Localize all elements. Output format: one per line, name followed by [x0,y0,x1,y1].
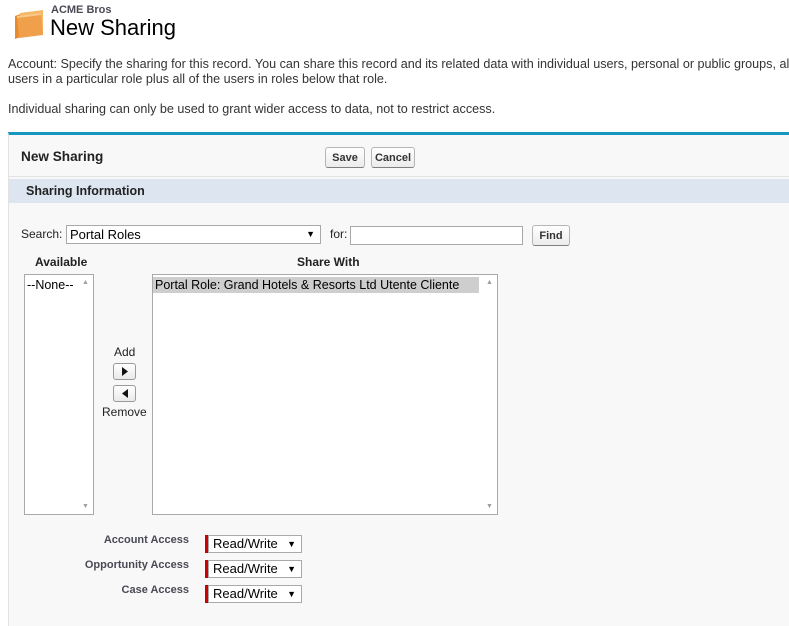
remove-label: Remove [102,405,147,419]
share-with-listbox[interactable]: Portal Role: Grand Hotels & Resorts Ltd … [152,274,498,515]
opportunity-access-value: Read/Write [213,561,278,576]
account-access-label: Account Access [103,534,189,546]
description-note: Individual sharing can only be used to g… [8,102,496,116]
add-label: Add [114,345,136,359]
case-access-value: Read/Write [213,586,278,601]
search-type-select[interactable]: Portal Roles ▼ [66,225,321,244]
search-type-value: Portal Roles [70,227,141,242]
remove-button[interactable] [113,385,136,402]
case-access-select[interactable]: Read/Write ▼ [208,585,302,603]
for-label: for: [330,227,348,241]
caret-down-icon: ▼ [287,564,296,574]
section-title: Sharing Information [26,184,145,198]
save-button[interactable]: Save [325,147,365,168]
scroll-down-icon[interactable]: ▼ [82,503,89,510]
account-access-value: Read/Write [213,536,278,551]
cancel-button[interactable]: Cancel [371,147,415,168]
scroll-up-icon[interactable]: ▲ [82,279,89,286]
available-listbox[interactable]: --None-- ▲ ▼ [24,274,94,515]
search-input[interactable] [350,226,523,245]
account-access-select[interactable]: Read/Write ▼ [208,535,302,553]
panel-title: New Sharing [21,149,104,164]
caret-down-icon: ▼ [306,229,315,239]
available-header: Available [35,255,88,269]
scroll-down-icon[interactable]: ▼ [486,503,493,510]
caret-down-icon: ▼ [287,589,296,599]
description-line-1: Account: Specify the sharing for this re… [8,57,789,71]
folder-icon [15,10,43,39]
panel-divider [8,176,789,177]
page-title: New Sharing [50,15,176,40]
description-line-2: users in a particular role plus all of t… [8,72,388,86]
share-with-scrollbar[interactable]: ▲ ▼ [482,275,497,514]
arrow-left-icon [121,389,128,398]
scroll-up-icon[interactable]: ▲ [486,279,493,286]
find-button[interactable]: Find [532,225,570,246]
available-scrollbar[interactable]: ▲ ▼ [78,275,93,514]
case-access-label: Case Access [121,584,189,596]
search-label: Search: [21,227,63,241]
opportunity-access-select[interactable]: Read/Write ▼ [208,560,302,578]
arrow-right-icon [121,367,128,376]
caret-down-icon: ▼ [287,539,296,549]
list-item[interactable]: Portal Role: Grand Hotels & Resorts Ltd … [153,277,479,293]
share-with-header: Share With [297,255,360,269]
opportunity-access-label: Opportunity Access [84,559,189,571]
add-button[interactable] [113,363,136,380]
